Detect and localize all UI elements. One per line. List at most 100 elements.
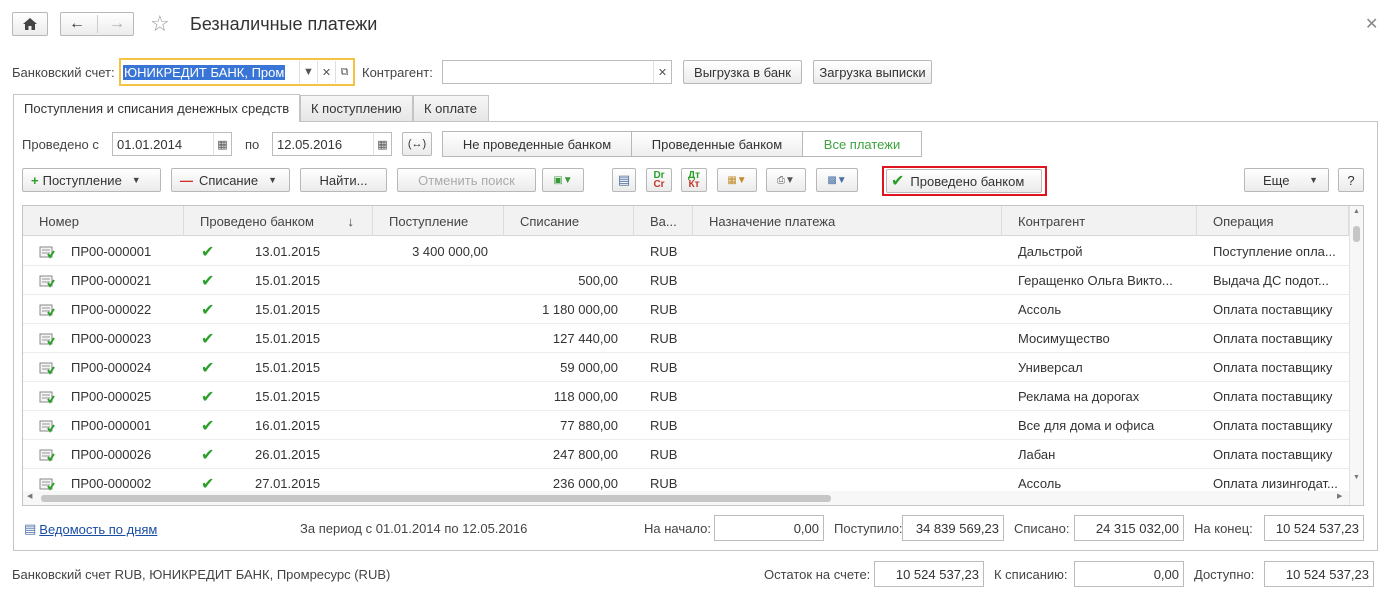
column-operation[interactable]: Операция — [1197, 206, 1349, 236]
payments-table[interactable]: Номер Проведено банком ↓ Поступление Спи… — [22, 205, 1364, 506]
list-icon[interactable]: ▤ — [612, 168, 636, 192]
posted-by-bank-button[interactable]: ✔ Проведено банком — [886, 169, 1042, 193]
checkmark-icon: ✔ — [201, 446, 215, 464]
cell-receipt — [373, 411, 488, 440]
cell-counterparty: Мосимущество — [1018, 331, 1110, 346]
scroll-down-icon[interactable]: ▼ — [1353, 474, 1360, 481]
calendar-icon[interactable]: ▦ — [373, 133, 391, 155]
column-number[interactable]: Номер — [23, 206, 184, 236]
nav-buttons: ← → — [60, 12, 134, 36]
cell-number: ПР00-000025 — [71, 389, 152, 404]
dropdown-icon[interactable]: ▼ — [299, 61, 317, 83]
checkmark-icon: ✔ — [891, 173, 905, 190]
period-summary-text: За период с 01.01.2014 по 12.05.2016 — [300, 521, 528, 536]
cell-date: 15.01.2015 — [255, 273, 321, 288]
daily-report-link[interactable]: ▤ Ведомость по дням — [24, 521, 157, 537]
find-button[interactable]: Найти... — [300, 168, 387, 192]
column-receipt[interactable]: Поступление — [373, 206, 504, 236]
period-select-icon[interactable]: (↔) — [402, 132, 432, 156]
document-icon — [39, 295, 57, 324]
tab-receipts-writeoffs[interactable]: Поступления и списания денежных средств — [13, 94, 300, 122]
cell-purpose — [709, 266, 999, 295]
bank-account-field[interactable]: ЮНИКРЕДИТ БАНК, Пром ▼ ✕ ⧉ — [119, 58, 355, 86]
open-icon[interactable]: ⧉ — [335, 61, 353, 83]
column-currency[interactable]: Ва... — [634, 206, 693, 236]
help-button[interactable]: ? — [1338, 168, 1364, 192]
create-based-on-button[interactable]: ▣▼ — [542, 168, 584, 192]
bank-status-switch: Не проведенные банком Проведенные банком… — [442, 131, 922, 157]
table-row[interactable]: ПР00-000025 ✔ 15.01.2015 118 000,00 RUB Рекла… — [23, 382, 1349, 411]
start-balance-value: 0,00 — [714, 515, 824, 541]
table-row[interactable]: ПР00-000001 ✔ 16.01.2015 77 880,00 RUB Все дл… — [23, 411, 1349, 440]
checkmark-icon: ✔ — [201, 243, 215, 261]
horizontal-scroll-thumb[interactable] — [41, 495, 831, 502]
tab-to-receive[interactable]: К поступлению — [300, 95, 413, 121]
favorite-star-icon[interactable]: ☆ — [150, 11, 170, 37]
counterparty-field[interactable]: ✕ — [442, 60, 672, 84]
documents-menu-icon[interactable]: ▦▼ — [717, 168, 757, 192]
receipt-button-label: Поступление — [42, 172, 122, 188]
cell-writeoff: 247 800,00 — [552, 447, 618, 462]
segment-not-posted[interactable]: Не проведенные банком — [443, 132, 632, 156]
segment-posted[interactable]: Проведенные банком — [632, 132, 803, 156]
column-counterparty[interactable]: Контрагент — [1002, 206, 1197, 236]
calendar-icon[interactable]: ▦ — [213, 133, 231, 155]
end-balance-value: 10 524 537,23 — [1264, 515, 1364, 541]
cell-operation: Поступление опла... — [1213, 244, 1336, 259]
period-to-field[interactable]: 12.05.2016 ▦ — [272, 132, 392, 156]
close-icon[interactable]: ✕ — [1365, 14, 1378, 34]
bank-account-label: Банковский счет: — [12, 65, 115, 80]
horizontal-scrollbar[interactable]: ◀ ▶ — [23, 491, 1349, 505]
reports-icon[interactable]: ▩▼ — [816, 168, 858, 192]
cell-operation: Оплата поставщику — [1213, 360, 1333, 375]
cell-receipt — [373, 266, 488, 295]
cell-operation: Оплата поставщику — [1213, 331, 1333, 346]
forward-arrow-icon[interactable]: → — [109, 15, 125, 33]
table-row[interactable]: ПР00-000021 ✔ 15.01.2015 500,00 RUB Геращенко… — [23, 266, 1349, 295]
cancel-search-button[interactable]: Отменить поиск — [397, 168, 536, 192]
cell-counterparty: Геращенко Ольга Викто... — [1018, 273, 1173, 288]
posted-by-bank-label: Проведено банком — [910, 173, 1025, 189]
import-statement-button[interactable]: Загрузка выписки — [813, 60, 932, 84]
writeoff-button[interactable]: — Списание ▼ — [171, 168, 290, 192]
dr-cr-icon[interactable]: Dr Cr — [646, 168, 672, 192]
period-to-label: по — [245, 137, 260, 152]
home-button[interactable] — [12, 12, 48, 36]
cell-number: ПР00-000023 — [71, 331, 152, 346]
cell-number: ПР00-000024 — [71, 360, 152, 375]
vertical-scrollbar[interactable]: ▲ ▼ — [1349, 206, 1363, 505]
end-balance-label: На конец: — [1194, 521, 1253, 536]
sort-arrow-icon: ↓ — [347, 213, 355, 229]
document-icon — [39, 266, 57, 295]
tab-to-pay[interactable]: К оплате — [413, 95, 489, 121]
vertical-scroll-thumb[interactable] — [1353, 226, 1360, 242]
table-row[interactable]: ПР00-000023 ✔ 15.01.2015 127 440,00 RUB Мосим… — [23, 324, 1349, 353]
more-button[interactable]: Еще ▼ — [1244, 168, 1329, 192]
print-icon[interactable]: ⎙▼ — [766, 168, 806, 192]
dt-kt-icon[interactable]: Дт Кт — [681, 168, 707, 192]
period-to-value: 12.05.2016 — [277, 136, 343, 152]
clear-icon[interactable]: ✕ — [317, 61, 335, 83]
column-posted-by-bank[interactable]: Проведено банком ↓ — [184, 206, 373, 236]
scroll-up-icon[interactable]: ▲ — [1353, 208, 1360, 215]
cell-receipt — [373, 440, 488, 469]
table-row[interactable]: ПР00-000026 ✔ 26.01.2015 247 800,00 RUB Лабан… — [23, 440, 1349, 469]
written-off-value: 24 315 032,00 — [1074, 515, 1184, 541]
cell-writeoff: 59 000,00 — [560, 360, 618, 375]
segment-all[interactable]: Все платежи — [803, 132, 921, 156]
column-purpose[interactable]: Назначение платежа — [693, 206, 1002, 236]
scroll-left-icon[interactable]: ◀ — [27, 492, 32, 500]
cell-purpose — [709, 382, 999, 411]
period-from-field[interactable]: 01.01.2014 ▦ — [112, 132, 232, 156]
clear-icon[interactable]: ✕ — [653, 61, 671, 83]
column-writeoff[interactable]: Списание — [504, 206, 634, 236]
table-row[interactable]: ПР00-000024 ✔ 15.01.2015 59 000,00 RUB Универ… — [23, 353, 1349, 382]
receipt-button[interactable]: + Поступление ▼ — [22, 168, 161, 192]
back-arrow-icon[interactable]: ← — [69, 15, 85, 33]
scroll-right-icon[interactable]: ▶ — [1337, 492, 1342, 500]
table-row[interactable]: ПР00-000001 ✔ 13.01.2015 3 400 000,00 RUB Дал… — [23, 237, 1349, 266]
table-row[interactable]: ПР00-000022 ✔ 15.01.2015 1 180 000,00 RUB Асс… — [23, 295, 1349, 324]
cell-date: 15.01.2015 — [255, 389, 321, 404]
export-to-bank-button[interactable]: Выгрузка в банк — [683, 60, 802, 84]
cell-counterparty: Реклама на дорогах — [1018, 389, 1140, 404]
